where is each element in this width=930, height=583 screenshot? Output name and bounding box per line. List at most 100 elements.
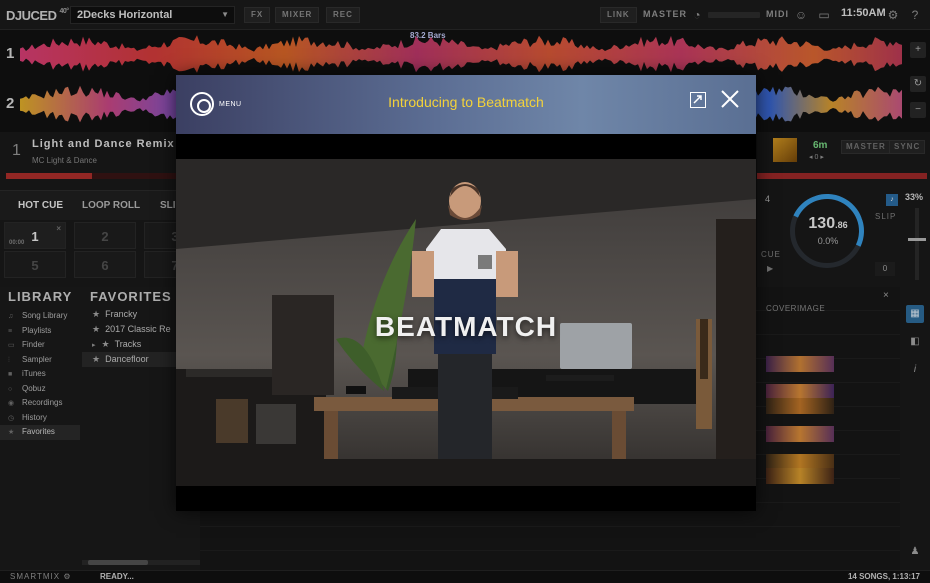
tutorial-modal: MENU Introducing to Beatmatch BEATMATCH — [176, 75, 756, 511]
zoom-out-icon[interactable]: − — [910, 102, 926, 118]
deck2-beat-counter: 4 — [765, 194, 771, 204]
pitch-slider-track[interactable] — [915, 208, 919, 280]
sidebar-item-finder[interactable]: ▭ Finder — [0, 338, 80, 353]
deck1-progress-fill — [6, 173, 92, 179]
rec-button[interactable]: REC — [326, 7, 360, 23]
sidebar-item-song-library[interactable]: ♫ Song Library — [0, 309, 80, 324]
pitch-range-label[interactable]: 33% — [905, 192, 923, 202]
mixer-button[interactable]: MIXER — [275, 7, 320, 23]
tab-slicer[interactable]: SLI — [160, 200, 176, 211]
top-bar: DJUCED 40° 2Decks Horizontal ▼ FX MIXER R… — [0, 0, 930, 30]
zoom-in-icon[interactable]: + — [910, 42, 926, 58]
tab-loop-roll[interactable]: LOOP ROLL — [82, 200, 140, 211]
gear-icon[interactable]: ⚙ — [885, 7, 901, 23]
deck1-number: 1 — [12, 142, 21, 159]
column-header-coverimage[interactable]: COVERIMAGE — [762, 304, 836, 318]
master-level-meter — [708, 12, 760, 18]
hot-cue-pad-6[interactable]: 6 — [74, 251, 136, 278]
sidebar-item-favorites[interactable]: ★ Favorites — [0, 425, 80, 440]
deck2-cover-image — [773, 138, 797, 162]
pitch-slider-handle[interactable] — [908, 238, 926, 241]
bpm-decimal: .86 — [835, 220, 848, 230]
deck1-pad-mode-tabs: HOT CUE LOOP ROLL SLI — [0, 190, 200, 220]
deck2-progress-bar[interactable] — [757, 173, 927, 179]
sidebar-item-recordings[interactable]: ◉ Recordings — [0, 396, 80, 411]
slip-mode-icon[interactable]: ♪ — [886, 194, 898, 206]
midi-label[interactable]: MIDI — [766, 9, 789, 19]
hot-cue-pad-5[interactable]: 5 — [4, 251, 66, 278]
close-icon[interactable]: × — [883, 290, 889, 301]
mic-icon: ◉ — [8, 400, 15, 407]
deck2-key-shift[interactable]: 0 — [875, 262, 895, 276]
tab-hot-cue[interactable]: HOT CUE — [18, 200, 63, 211]
smartmix-button[interactable]: SMARTMIX ⚙ — [10, 572, 71, 581]
hot-cue-pad-2[interactable]: 2 — [74, 222, 136, 249]
deck2-pitch-nav[interactable]: ◂ 0 ▸ — [809, 153, 824, 161]
master-button[interactable]: MASTER — [841, 140, 891, 154]
sync-button[interactable]: SYNC — [889, 140, 926, 154]
star-icon: ★ — [8, 429, 15, 436]
sidebar-item-playlists[interactable]: ≡ Playlists — [0, 324, 80, 339]
folder-icon: ▭ — [8, 342, 15, 349]
tutorial-video[interactable]: BEATMATCH — [176, 159, 756, 486]
sidebar-item-qobuz[interactable]: ○ Qobuz — [0, 382, 80, 397]
controller-icon[interactable]: ☺ — [793, 7, 809, 23]
panel-toggle-icon[interactable]: ◧ — [906, 333, 924, 351]
note-icon: ♫ — [8, 313, 14, 320]
expand-icon[interactable] — [690, 92, 706, 108]
deck2-waveform-number: 2 — [6, 95, 15, 112]
deck-2: 6m ◂ 0 ▸ MASTER SYNC 4 130.86 0.0% ♪ SLI… — [757, 132, 930, 287]
link-button[interactable]: LINK — [600, 7, 637, 23]
track-cover-image — [766, 398, 834, 414]
chevron-down-icon: ▼ — [221, 10, 229, 19]
cover-view-icon[interactable]: ▦ — [906, 305, 924, 323]
deck1-waveform-graphic — [20, 35, 902, 73]
horizontal-scrollbar[interactable] — [82, 560, 200, 565]
sync-loop-icon[interactable]: ↻ — [910, 76, 926, 92]
star-icon: ★ — [101, 339, 110, 349]
user-icon[interactable]: ♟ — [906, 543, 924, 561]
playlist-icon: ≡ — [8, 327, 13, 335]
song-count: 14 SONGS, 1:13:17 — [847, 572, 920, 581]
track-cover-image — [766, 356, 834, 372]
slip-button[interactable]: SLIP — [875, 212, 896, 221]
layout-select-value: 2Decks Horizontal — [77, 9, 173, 21]
sidebar-item-itunes[interactable]: ■ iTunes — [0, 367, 80, 382]
deck2-progress-fill — [757, 173, 927, 179]
hot-cue-pad-1[interactable]: 1 00:00 × — [4, 222, 66, 249]
close-icon[interactable]: × — [56, 224, 61, 233]
fx-button[interactable]: FX — [244, 7, 271, 23]
star-icon: ★ — [92, 354, 101, 364]
clock-icon: ◷ — [8, 414, 15, 422]
status-text: READY... — [100, 572, 134, 581]
battery-icon: ▭ — [818, 8, 830, 22]
scrollbar-thumb[interactable] — [88, 560, 148, 565]
track-cover-image — [766, 426, 834, 442]
deck1-hot-cue-pads: 1 00:00 × 2 3 5 6 7 — [0, 220, 206, 280]
expand-arrow-icon[interactable]: ▸ — [92, 342, 96, 349]
help-icon[interactable]: ? — [907, 7, 923, 23]
master-knob-icon[interactable]: ◔ — [689, 7, 705, 23]
app-logo: DJUCED 40° — [6, 8, 69, 23]
library-list: ♫ Song Library ≡ Playlists ▭ Finder ⫶ Sample… — [0, 309, 80, 440]
deck1-track-artist: MC Light & Dance — [32, 156, 97, 165]
cue-button[interactable]: CUE — [761, 250, 781, 259]
deck2-pitch-value: 0 — [814, 154, 819, 161]
star-icon: ★ — [92, 309, 101, 319]
table-row[interactable] — [200, 527, 900, 551]
sidebar-item-sampler[interactable]: ⫶ Sampler — [0, 353, 80, 368]
deck1-progress-bar[interactable] — [6, 173, 196, 179]
deck1-track-title: Light and Dance Remix — [32, 138, 175, 150]
info-icon[interactable]: i — [906, 361, 924, 379]
close-icon[interactable] — [719, 88, 741, 110]
video-caption: BEATMATCH — [374, 311, 558, 342]
layout-select[interactable]: 2Decks Horizontal ▼ — [70, 6, 235, 24]
play-icon[interactable]: ▶ — [767, 264, 773, 273]
deck1-waveform[interactable]: 1 + — [0, 30, 930, 80]
right-toolbar: ▦ ◧ i ♟ — [900, 287, 930, 570]
star-icon: ★ — [92, 324, 101, 334]
library-panel: LIBRARY FAVORITES ♫ Song Library ≡ Playlis… — [0, 287, 200, 570]
deck2-time-remaining: 6m — [813, 140, 828, 151]
gear-icon[interactable]: ⚙ — [63, 572, 71, 581]
sidebar-item-history[interactable]: ◷ History — [0, 411, 80, 426]
